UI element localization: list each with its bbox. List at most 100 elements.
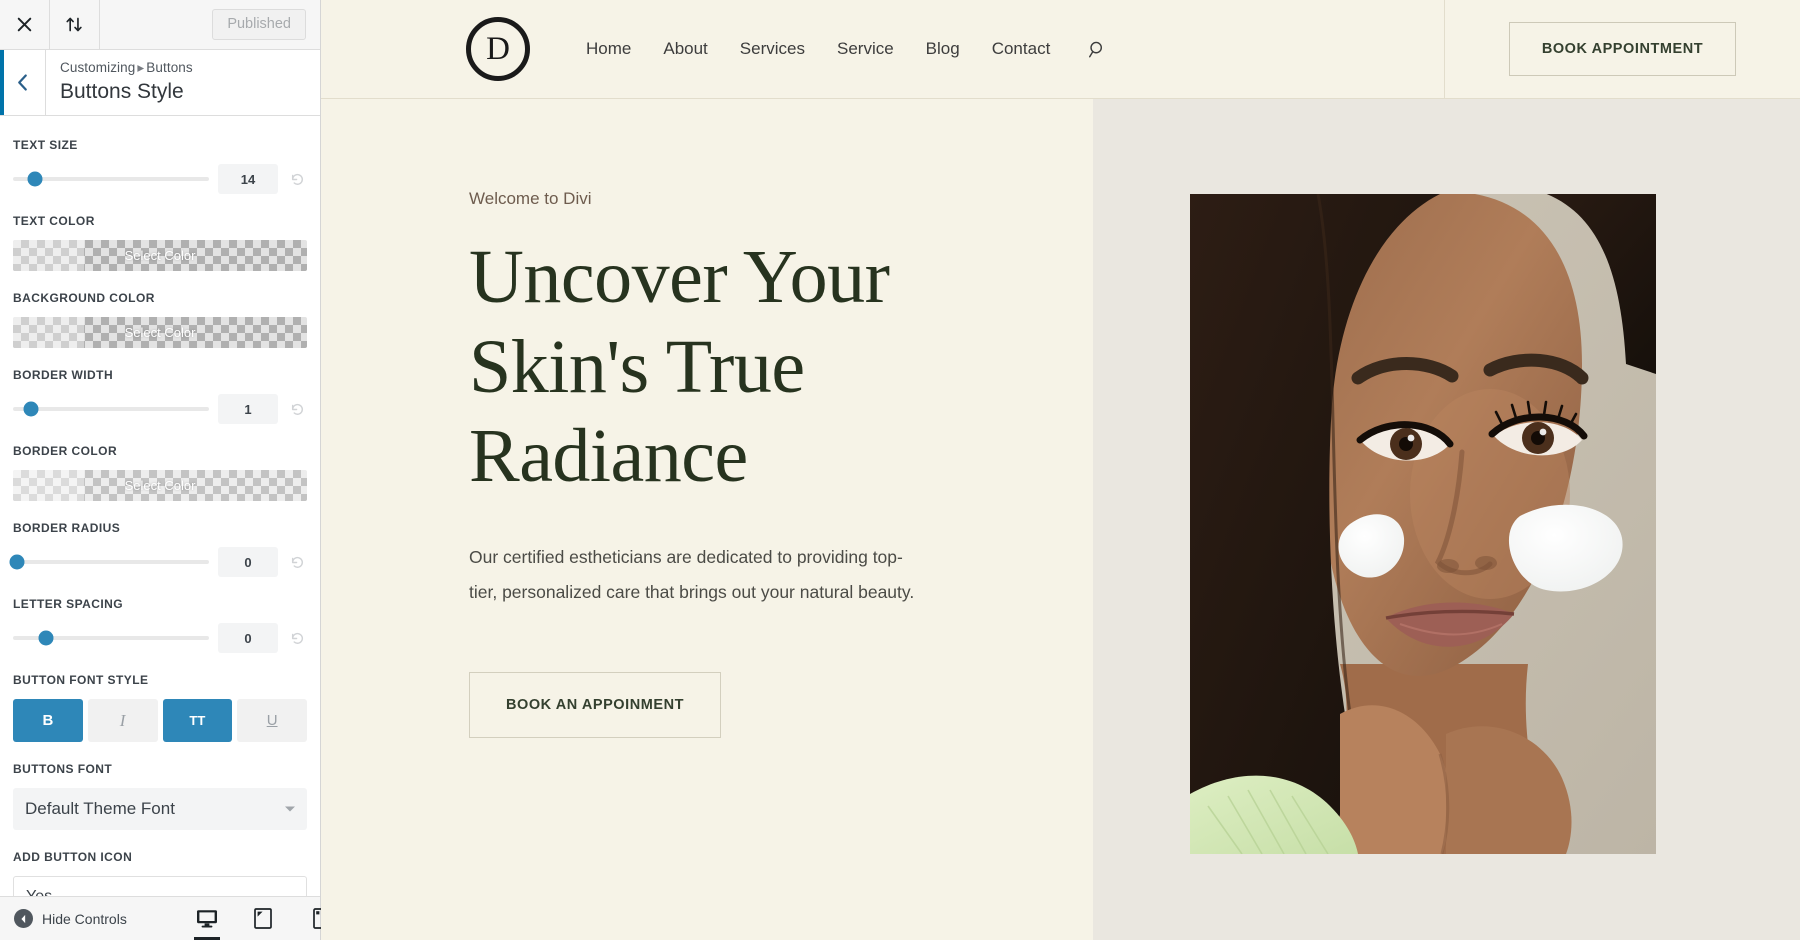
select-color-label: Select Color xyxy=(124,325,196,340)
buttons-font-select[interactable]: Default Theme Font xyxy=(13,788,307,830)
slider-row: 1 xyxy=(13,394,307,424)
divi-logo[interactable]: D xyxy=(466,17,530,81)
hero-heading-line-1: Uncover Your xyxy=(469,235,890,319)
hero-heading-line-2: Skin's True xyxy=(469,324,805,409)
hero-content: Welcome to Divi Uncover Your Skin's True… xyxy=(321,99,1093,940)
border-radius-value[interactable]: 0 xyxy=(218,547,278,577)
control-label: TEXT SIZE xyxy=(13,138,78,152)
nav-item-contact[interactable]: Contact xyxy=(992,39,1051,59)
publish-status-button[interactable]: Published xyxy=(212,9,306,40)
letter-spacing-value[interactable]: 0 xyxy=(218,623,278,653)
breadcrumb: Customizing ▸ Buttons xyxy=(60,59,193,77)
main-nav: Home About Services Service Blog Contact xyxy=(586,39,1107,59)
control-label: BUTTON FONT STYLE xyxy=(13,673,149,687)
slider-handle[interactable] xyxy=(27,171,43,187)
customizer-topbar: Published xyxy=(0,0,320,50)
font-style-toggle-group: B I TT U xyxy=(13,699,307,742)
control-border-color: BORDER COLOR Select Color xyxy=(13,444,307,501)
background-color-picker[interactable]: Select Color xyxy=(13,317,307,348)
slider-row: 14 xyxy=(13,164,307,194)
control-label: BORDER RADIUS xyxy=(13,521,121,535)
buttons-font-value: Default Theme Font xyxy=(25,799,175,818)
add-button-icon-select[interactable]: Yes xyxy=(13,876,307,896)
control-text-color: TEXT COLOR Select Color xyxy=(13,214,307,271)
customizer-controls: TEXT SIZE 14 TEXT COLOR Select Color BAC… xyxy=(0,116,320,896)
control-add-button-icon: ADD BUTTON ICON Yes xyxy=(13,850,307,896)
reset-icon[interactable] xyxy=(287,402,307,417)
panel-titles: Customizing ▸ Buttons Buttons Style xyxy=(46,59,193,106)
slider-handle[interactable] xyxy=(9,554,25,570)
text-size-slider[interactable] xyxy=(13,171,209,187)
hero-eyebrow: Welcome to Divi xyxy=(469,189,592,208)
control-label: BORDER COLOR xyxy=(13,444,118,458)
control-label: BORDER WIDTH xyxy=(13,368,114,382)
reset-icon[interactable] xyxy=(287,172,307,187)
screen-root: Published Customizing ▸ Buttons Buttons St… xyxy=(0,0,1800,940)
page-title: Buttons Style xyxy=(60,79,184,103)
control-background-color: BACKGROUND COLOR Select Color xyxy=(13,291,307,348)
slider-handle[interactable] xyxy=(23,401,39,417)
nav-item-home[interactable]: Home xyxy=(586,39,631,59)
control-label: ADD BUTTON ICON xyxy=(13,850,133,864)
text-color-picker[interactable]: Select Color xyxy=(13,240,307,271)
control-label: LETTER SPACING xyxy=(13,597,124,611)
search-icon[interactable] xyxy=(1088,40,1107,59)
book-an-appointment-button[interactable]: BOOK AN APPOINMENT xyxy=(469,672,721,739)
select-color-label: Select Color xyxy=(124,478,196,493)
control-letter-spacing: LETTER SPACING 0 xyxy=(13,597,307,653)
control-button-font-style: BUTTON FONT STYLE B I TT U xyxy=(13,673,307,742)
hero-section: Welcome to Divi Uncover Your Skin's True… xyxy=(321,99,1800,940)
border-width-slider[interactable] xyxy=(13,401,209,417)
control-buttons-font: BUTTONS FONT Default Theme Font xyxy=(13,762,307,830)
close-icon[interactable] xyxy=(0,0,50,49)
customizer-footer: Hide Controls xyxy=(0,896,326,940)
control-border-radius: BORDER RADIUS 0 xyxy=(9,521,307,577)
panel-accent-bar xyxy=(0,50,4,115)
chevron-left-icon[interactable] xyxy=(0,50,46,115)
bold-toggle[interactable]: B xyxy=(13,699,83,742)
tablet-icon[interactable] xyxy=(246,897,280,940)
hero-heading-line-3: Radiance xyxy=(469,414,748,499)
hero-image-panel xyxy=(1093,99,1800,940)
nav-item-services[interactable]: Services xyxy=(740,39,805,59)
italic-toggle[interactable]: I xyxy=(87,699,158,742)
hero-paragraph: Our certified estheticians are dedicated… xyxy=(469,547,915,603)
site-header-right: BOOK APPOINTMENT xyxy=(1445,0,1800,98)
slider-handle[interactable] xyxy=(38,630,54,646)
wp-customizer-sidebar: Published Customizing ▸ Buttons Buttons St… xyxy=(0,0,326,940)
site-header: D Home About Services Service Blog Conta… xyxy=(321,0,1800,99)
site-header-left: D Home About Services Service Blog Conta… xyxy=(321,0,1445,98)
control-label: BACKGROUND COLOR xyxy=(13,291,155,305)
desktop-icon[interactable] xyxy=(190,897,224,940)
nav-item-service[interactable]: Service xyxy=(837,39,894,59)
control-border-width: BORDER WIDTH 1 xyxy=(13,368,307,424)
control-label: TEXT COLOR xyxy=(13,214,95,228)
border-radius-slider[interactable] xyxy=(9,554,209,570)
text-size-value[interactable]: 14 xyxy=(218,164,278,194)
chevron-down-icon xyxy=(285,806,295,812)
letter-spacing-slider[interactable] xyxy=(13,630,209,646)
underline-toggle[interactable]: U xyxy=(237,699,307,742)
customizer-panel-header: Customizing ▸ Buttons Buttons Style xyxy=(0,50,320,116)
hide-controls-label: Hide Controls xyxy=(42,910,127,927)
slider-row: 0 xyxy=(9,547,307,577)
nav-item-blog[interactable]: Blog xyxy=(926,39,960,59)
control-text-size: TEXT SIZE 14 xyxy=(13,138,307,194)
book-appointment-button[interactable]: BOOK APPOINTMENT xyxy=(1508,22,1737,76)
hero-heading: Uncover Your Skin's True Radiance xyxy=(469,233,1093,502)
uppercase-toggle[interactable]: TT xyxy=(162,699,233,742)
select-color-label: Select Color xyxy=(124,248,196,263)
device-preview-group xyxy=(190,897,336,940)
slider-row: 0 xyxy=(13,623,307,653)
hide-controls-button[interactable]: Hide Controls xyxy=(14,909,127,928)
reset-icon[interactable] xyxy=(287,555,307,570)
reset-icon[interactable] xyxy=(287,631,307,646)
border-width-value[interactable]: 1 xyxy=(218,394,278,424)
control-label: BUTTONS FONT xyxy=(13,762,113,776)
breadcrumb-current: Buttons xyxy=(146,60,193,76)
border-color-picker[interactable]: Select Color xyxy=(13,470,307,501)
nav-item-about[interactable]: About xyxy=(663,39,707,59)
site-preview: D Home About Services Service Blog Conta… xyxy=(321,0,1800,940)
reorder-updown-icon[interactable] xyxy=(50,0,100,49)
